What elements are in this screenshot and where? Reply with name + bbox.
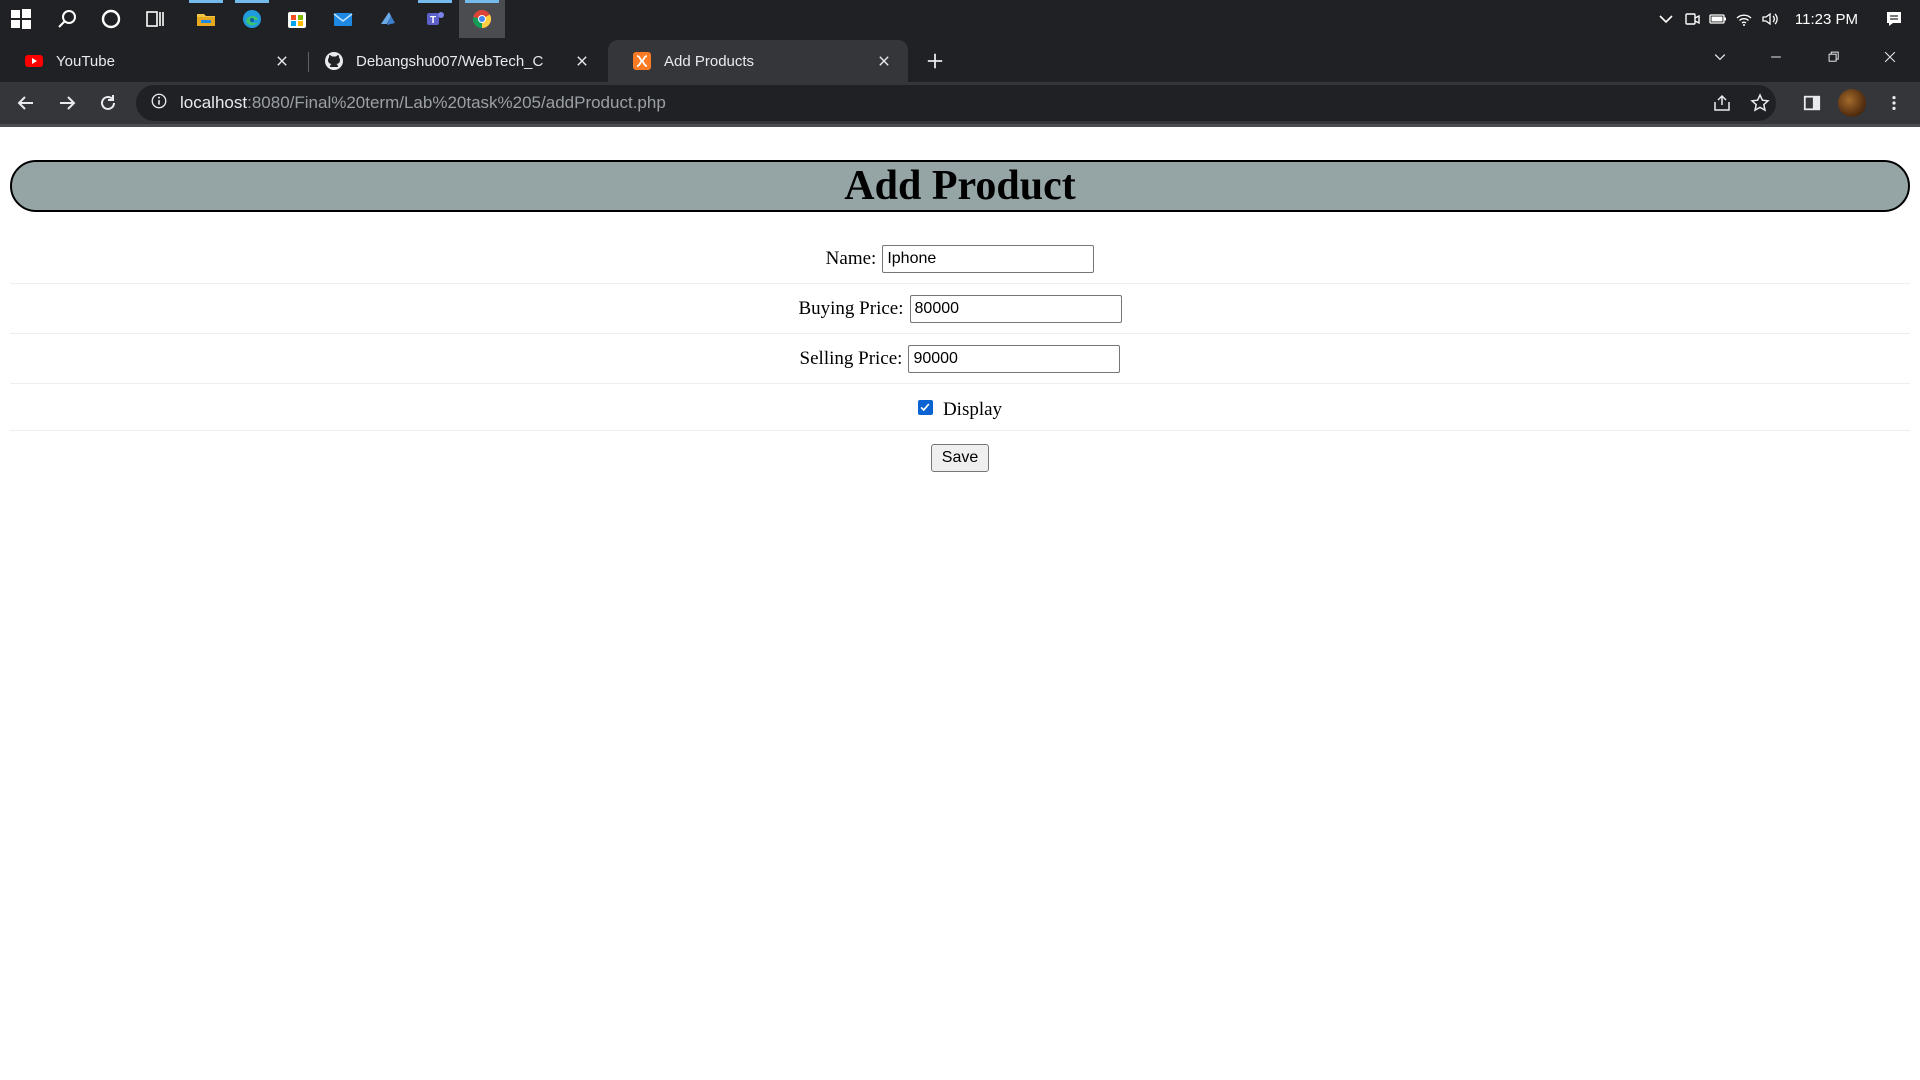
tab-strip: YouTube Debangshu007/WebTech_C Add Produ… <box>0 38 1920 82</box>
file-explorer-icon[interactable] <box>191 4 221 34</box>
reload-icon <box>101 95 115 110</box>
close-icon[interactable] <box>874 51 894 71</box>
buying-price-field[interactable] <box>909 295 1122 323</box>
save-button[interactable]: Save <box>930 444 990 472</box>
name-field[interactable] <box>882 245 1095 273</box>
save-row: Save <box>10 443 1910 473</box>
close-icon <box>1884 51 1896 63</box>
name-row: Name: <box>10 244 1910 274</box>
windows-start-icon[interactable] <box>6 4 36 34</box>
tab-add-products[interactable]: Add Products <box>608 40 908 82</box>
azure-data-icon[interactable] <box>374 4 404 34</box>
url-host: localhost <box>180 93 248 112</box>
divider <box>10 383 1910 384</box>
store-icon[interactable] <box>282 4 312 34</box>
divider <box>10 333 1910 334</box>
chrome-icon[interactable] <box>467 4 497 34</box>
mail-icon[interactable] <box>328 4 358 34</box>
divider <box>10 430 1910 431</box>
checkmark-icon <box>920 403 930 412</box>
chevron-up-icon[interactable] <box>1653 0 1679 38</box>
bookmark-star-icon[interactable] <box>1750 93 1770 118</box>
close-icon[interactable] <box>572 51 592 71</box>
arrow-left-icon <box>17 96 33 110</box>
selling-price-field[interactable] <box>908 345 1121 373</box>
close-window-button[interactable] <box>1862 38 1918 76</box>
arrow-right-icon <box>60 96 76 110</box>
windows-taskbar: T 11:23 PM <box>0 0 1920 38</box>
notification-icon[interactable] <box>1874 0 1914 38</box>
buying-price-row: Buying Price: <box>10 294 1910 324</box>
site-info-icon[interactable] <box>150 92 168 115</box>
battery-icon[interactable] <box>1705 0 1731 38</box>
minimize-button[interactable] <box>1748 38 1804 76</box>
url-path: :8080/Final%20term/Lab%20task%205/addPro… <box>247 93 666 112</box>
plus-icon <box>927 53 943 69</box>
menu-button[interactable] <box>1878 87 1910 119</box>
forward-button[interactable] <box>51 87 83 119</box>
reload-button[interactable] <box>92 87 124 119</box>
page-header: Add Product <box>10 160 1910 212</box>
tab-search-button[interactable] <box>1692 38 1748 76</box>
tab-youtube[interactable]: YouTube <box>0 40 306 82</box>
display-label: Display <box>942 399 1003 420</box>
kebab-menu-icon <box>1892 95 1896 111</box>
clock[interactable]: 11:23 PM <box>1795 11 1858 28</box>
tab-github[interactable]: Debangshu007/WebTech_C <box>300 40 606 82</box>
edge-icon[interactable] <box>237 4 267 34</box>
restore-icon <box>1828 51 1839 62</box>
tab-title: Debangshu007/WebTech_C <box>356 52 544 70</box>
name-label: Name: <box>825 248 877 269</box>
address-bar[interactable]: localhost:8080/Final%20term/Lab%20task%2… <box>136 85 1776 121</box>
share-icon[interactable] <box>1712 93 1732 118</box>
task-view-icon[interactable] <box>140 4 170 34</box>
github-icon <box>324 51 344 71</box>
side-panel-icon <box>1803 95 1821 111</box>
chevron-down-icon <box>1714 54 1726 61</box>
browser-toolbar: localhost:8080/Final%20term/Lab%20task%2… <box>0 82 1920 124</box>
minimize-icon <box>1771 56 1781 58</box>
volume-icon[interactable] <box>1757 0 1783 38</box>
wifi-icon[interactable] <box>1731 0 1757 38</box>
selling-price-label: Selling Price: <box>799 348 903 369</box>
close-icon[interactable] <box>272 51 292 71</box>
selling-price-row: Selling Price: <box>10 344 1910 374</box>
youtube-icon <box>24 51 44 71</box>
xampp-icon <box>632 51 652 71</box>
system-tray: 11:23 PM <box>1653 0 1920 38</box>
display-checkbox[interactable] <box>917 399 933 415</box>
page-title: Add Product <box>844 163 1076 209</box>
tab-title: YouTube <box>56 52 115 70</box>
buying-price-label: Buying Price: <box>798 298 904 319</box>
new-tab-button[interactable] <box>920 46 950 76</box>
tab-title: Add Products <box>664 52 755 70</box>
back-button[interactable] <box>10 87 42 119</box>
display-row: Display <box>10 395 1910 425</box>
side-panel-button[interactable] <box>1796 87 1828 119</box>
teams-icon[interactable]: T <box>420 4 450 34</box>
svg-text:T: T <box>430 15 436 26</box>
meet-now-icon[interactable] <box>1679 0 1705 38</box>
avatar[interactable] <box>1838 89 1866 117</box>
search-icon[interactable] <box>52 4 82 34</box>
restore-button[interactable] <box>1806 38 1862 76</box>
cortana-icon[interactable] <box>96 4 126 34</box>
page-content: Add Product Name: Buying Price: Selling … <box>0 127 1920 1080</box>
divider <box>10 283 1910 284</box>
